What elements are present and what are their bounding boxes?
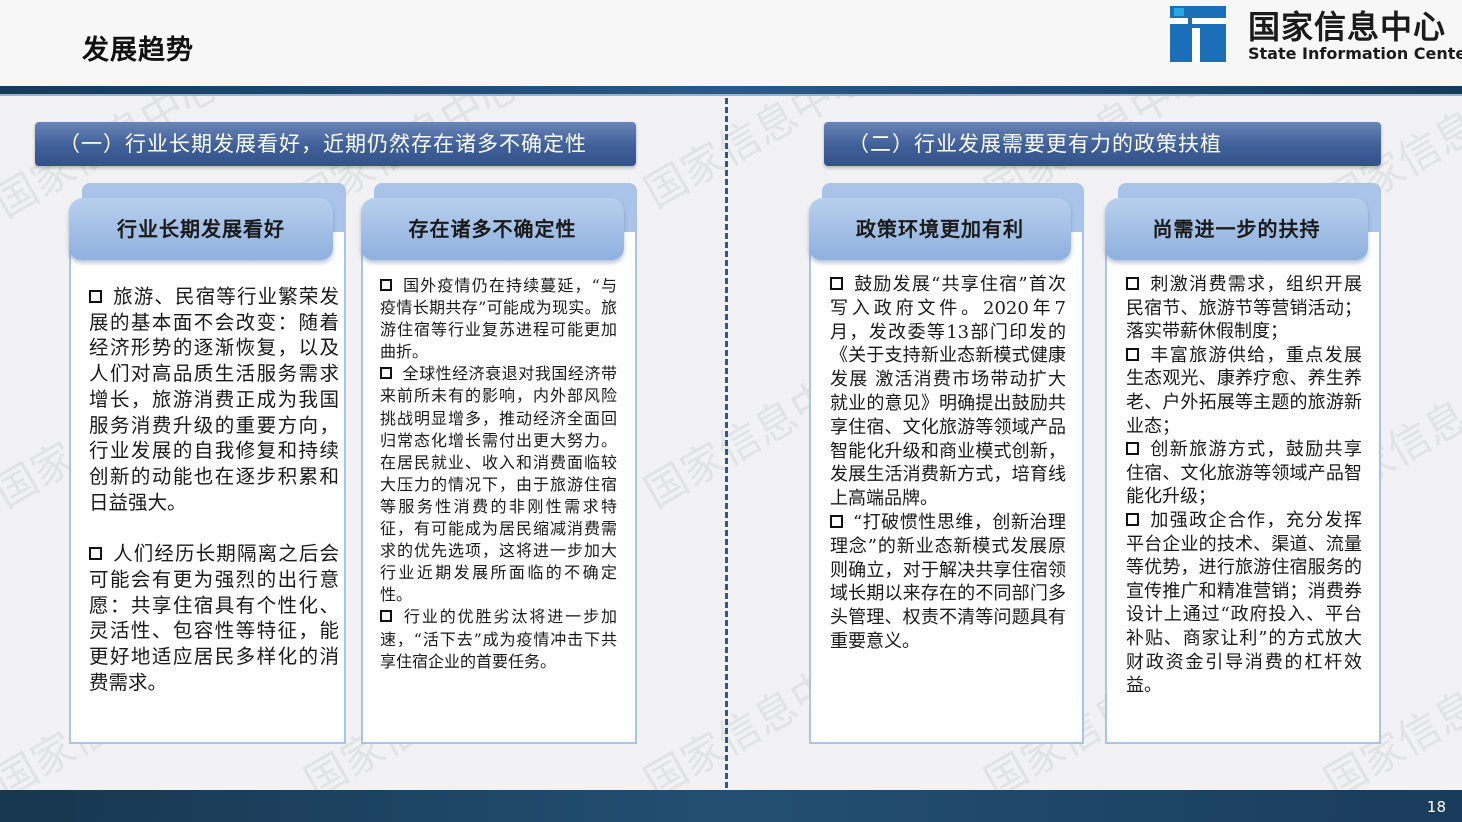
card-title: 存在诸多不确定性 (361, 198, 624, 260)
square-bullet-icon (89, 547, 102, 561)
square-bullet-icon (1126, 277, 1139, 290)
card-paragraph: 旅游、民宿等行业繁荣发展的基本面不会改变：随着经济形势的逐渐恢复，以及人们对高品… (89, 284, 339, 515)
paragraph-text: 人们经历长期隔离之后会可能会有更为强烈的出行意愿：共享住宿具有个性化、灵活性、包… (89, 542, 339, 694)
paragraph-text: 全球性经济衰退对我国经济带来前所未有的影响，内外部风险挑战明显增多，推动经济全面… (380, 364, 617, 605)
paragraph-text: 鼓励发展“共享住宿”首次写入政府文件。2020年7月，发改委等13部门印发的《关… (830, 274, 1066, 510)
paragraph-text: 刺激消费需求，组织开展民宿节、旅游节等营销活动；落实带薪休假制度； (1126, 274, 1362, 343)
slide-footer: 18 (0, 790, 1462, 822)
header-divider-thin (0, 94, 1462, 96)
card-paragraph: 鼓励发展“共享住宿”首次写入政府文件。2020年7月，发改委等13部门印发的《关… (830, 273, 1066, 511)
logo-english-name: State Information Center (1248, 44, 1462, 63)
paragraph-text: “打破惯性思维，创新治理理念”的新业态新模式发展原则确立，对于解决共享住宿领域长… (830, 511, 1066, 652)
card-paragraph: 创新旅游方式，鼓励共享住宿、文化旅游等领域产品智能化升级； (1126, 438, 1362, 509)
square-bullet-icon (380, 367, 392, 380)
square-bullet-icon (380, 610, 392, 623)
card-title: 尚需进一步的扶持 (1105, 198, 1368, 260)
square-bullet-icon (830, 514, 843, 528)
card-title: 政策环境更加有利 (809, 198, 1071, 260)
logo-icon (1170, 6, 1226, 62)
page-title: 发展趋势 (82, 35, 194, 66)
card-paragraph: 丰富旅游供给，重点发展生态观光、康养疗愈、养生养老、户外拓展等主题的旅游新业态； (1126, 344, 1362, 438)
card-paragraph: 刺激消费需求，组织开展民宿节、旅游节等营销活动；落实带薪休假制度； (1126, 273, 1362, 344)
paragraph-text: 国外疫情仍在持续蔓延，“与疫情长期共存”可能成为现实。旅游住宿等行业复苏进程可能… (380, 276, 617, 362)
square-bullet-icon (1126, 347, 1139, 361)
section-banner-2: （二）行业发展需要更有力的政策扶植 (824, 122, 1381, 166)
card-paragraph: 国外疫情仍在持续蔓延，“与疫情长期共存”可能成为现实。旅游住宿等行业复苏进程可能… (380, 275, 617, 363)
square-bullet-icon (380, 279, 392, 291)
card-body: 鼓励发展“共享住宿”首次写入政府文件。2020年7月，发改委等13部门印发的《关… (830, 273, 1066, 654)
column-divider (725, 98, 728, 788)
card-paragraph: 人们经历长期隔离之后会可能会有更为强烈的出行意愿：共享住宿具有个性化、灵活性、包… (89, 541, 339, 695)
card-body: 刺激消费需求，组织开展民宿节、旅游节等营销活动；落实带薪休假制度； 丰富旅游供给… (1126, 273, 1362, 698)
square-bullet-icon (1126, 442, 1139, 456)
logo-chinese-name: 国家信息中心 (1248, 8, 1447, 46)
section-banner-1: （一）行业长期发展看好，近期仍然存在诸多不确定性 (35, 122, 636, 166)
card-paragraph: “打破惯性思维，创新治理理念”的新业态新模式发展原则确立，对于解决共享住宿领域长… (830, 511, 1066, 654)
paragraph-text: 行业的优胜劣汰将进一步加速，“活下去”成为疫情冲击下共享住宿企业的首要任务。 (380, 607, 617, 671)
paragraph-text: 旅游、民宿等行业繁荣发展的基本面不会改变：随着经济形势的逐渐恢复，以及人们对高品… (89, 285, 339, 514)
square-bullet-icon (89, 290, 102, 303)
card-paragraph: 加强政企合作，充分发挥平台企业的技术、渠道、流量等优势，进行旅游住宿服务的宣传推… (1126, 509, 1362, 698)
card-body: 国外疫情仍在持续蔓延，“与疫情长期共存”可能成为现实。旅游住宿等行业复苏进程可能… (380, 275, 617, 673)
paragraph-text: 创新旅游方式，鼓励共享住宿、文化旅游等领域产品智能化升级； (1126, 439, 1362, 508)
card-title: 行业长期发展看好 (69, 198, 333, 260)
organization-logo: 国家信息中心 State Information Center (1170, 4, 1462, 66)
header-divider (0, 86, 1462, 94)
paragraph-text: 加强政企合作，充分发挥平台企业的技术、渠道、流量等优势，进行旅游住宿服务的宣传推… (1126, 509, 1362, 697)
slide-header: 发展趋势 国家信息中心 State Information Center (0, 0, 1462, 86)
paragraph-text: 丰富旅游供给，重点发展生态观光、康养疗愈、养生养老、户外拓展等主题的旅游新业态； (1126, 344, 1362, 437)
card-body: 旅游、民宿等行业繁荣发展的基本面不会改变：随着经济形势的逐渐恢复，以及人们对高品… (89, 284, 339, 696)
page-number: 18 (1426, 798, 1446, 816)
card-paragraph: 全球性经济衰退对我国经济带来前所未有的影响，内外部风险挑战明显增多，推动经济全面… (380, 363, 617, 606)
card-paragraph: 行业的优胜劣汰将进一步加速，“活下去”成为疫情冲击下共享住宿企业的首要任务。 (380, 606, 617, 672)
square-bullet-icon (1126, 512, 1139, 526)
square-bullet-icon (830, 277, 843, 290)
